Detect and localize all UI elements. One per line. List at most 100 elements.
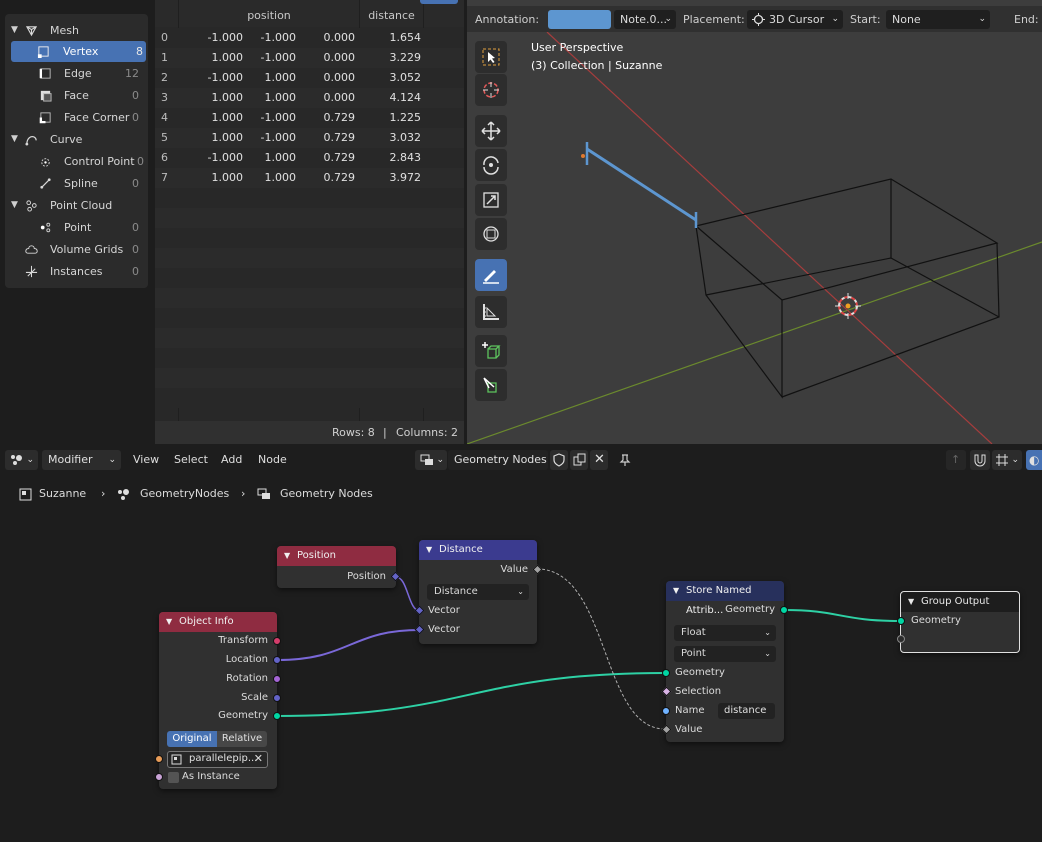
- chevron-down-icon[interactable]: ▼: [11, 20, 21, 41]
- node-store-named-attribute[interactable]: ▼ Store Named Attrib... Geometry Float ⌄ P…: [661, 581, 788, 742]
- annotation-color-swatch[interactable]: [548, 10, 611, 29]
- start-label: Start:: [850, 13, 881, 26]
- cell-position: 1.000: [264, 171, 297, 184]
- tree-item-label: Volume Grids: [50, 243, 124, 256]
- tree-item-label: Point: [64, 221, 92, 234]
- socket-label: Geometry: [911, 615, 961, 626]
- cell-distance: 3.052: [389, 71, 422, 84]
- chevron-down-icon[interactable]: ▼: [908, 592, 914, 612]
- chevron-down-icon[interactable]: ▼: [673, 581, 679, 601]
- cursor-tool[interactable]: [475, 74, 507, 106]
- cell-position: 0.729: [323, 151, 356, 164]
- cell-position: 1.000: [211, 51, 244, 64]
- node-editor[interactable]: ⌄ Modifier ⌄ View Select Add Node ⌄ Geom…: [0, 444, 1042, 842]
- cell-position: 0.000: [323, 31, 356, 44]
- table-row: [155, 228, 464, 248]
- node-group-output[interactable]: ▼ Group Output Geometry: [897, 591, 1020, 653]
- socket-rotation-output[interactable]: [273, 675, 281, 683]
- domain-dropdown[interactable]: Point ⌄: [674, 646, 776, 662]
- select-box-tool[interactable]: [475, 41, 507, 73]
- start-dropdown[interactable]: None ⌄: [886, 10, 990, 29]
- table-row: [155, 208, 464, 228]
- socket-geometry-output[interactable]: [780, 606, 788, 614]
- socket-location-output[interactable]: [273, 656, 281, 664]
- chevron-down-icon[interactable]: ▼: [11, 129, 21, 150]
- tree-item-face[interactable]: Face 0: [5, 85, 148, 106]
- placement-dropdown[interactable]: 3D Cursor ⌄: [747, 10, 843, 29]
- column-header-distance[interactable]: distance: [360, 7, 423, 25]
- rotate-icon: [483, 156, 499, 175]
- row-index: 0: [161, 31, 168, 44]
- socket-name-input[interactable]: [662, 707, 670, 715]
- node-header[interactable]: ▼ Position: [277, 546, 396, 566]
- socket-geometry-input[interactable]: [662, 669, 670, 677]
- attribute-name-field[interactable]: distance: [718, 703, 775, 719]
- socket-transform-output[interactable]: [273, 637, 281, 645]
- node-header[interactable]: ▼ Group Output: [901, 592, 1019, 612]
- cell-distance: 3.972: [389, 171, 422, 184]
- node-header[interactable]: ▼ Distance: [419, 540, 537, 560]
- table-row: 5 1.000 -1.000 0.729 3.032: [155, 128, 464, 148]
- tree-item-mesh[interactable]: ▼ Mesh: [5, 20, 148, 41]
- tree-item-vertex[interactable]: Vertex 8: [11, 41, 146, 62]
- cell-distance: 3.229: [389, 51, 422, 64]
- select-box-icon: [482, 48, 500, 66]
- node-header[interactable]: ▼ Object Info: [159, 612, 277, 632]
- tree-item-volume-grids[interactable]: Volume Grids 0: [5, 239, 148, 260]
- node-header[interactable]: ▼ Store Named Attrib...: [666, 581, 784, 616]
- distance-mode-dropdown[interactable]: Distance ⌄: [427, 584, 529, 600]
- mode-original-button[interactable]: Original: [167, 731, 217, 747]
- clear-icon[interactable]: ✕: [254, 752, 263, 765]
- table-row: [155, 288, 464, 308]
- cell-position: 1.000: [211, 171, 244, 184]
- tree-item-curve[interactable]: ▼ Curve: [5, 129, 148, 150]
- chevron-down-icon[interactable]: ▼: [284, 546, 290, 566]
- table-row: 3 1.000 1.000 0.000 4.124: [155, 88, 464, 108]
- tree-item-point-cloud[interactable]: ▼ Point Cloud: [5, 195, 148, 216]
- tree-item-control-point[interactable]: Control Point 0: [5, 151, 148, 172]
- table-row: [155, 328, 464, 348]
- column-header-position[interactable]: position: [179, 7, 359, 25]
- object-picker-field[interactable]: parallelepip... ✕: [167, 751, 268, 768]
- node-distance[interactable]: ▼ Distance Value Distance ⌄ Vector Vector: [414, 540, 543, 644]
- as-instance-checkbox[interactable]: [168, 772, 179, 783]
- socket-empty-input[interactable]: [897, 635, 905, 643]
- node-object-info[interactable]: ▼ Object Info Transform Location Rotation…: [155, 612, 281, 789]
- volume-icon: [25, 245, 38, 254]
- chevron-down-icon[interactable]: ▼: [426, 540, 432, 560]
- tree-item-instances[interactable]: Instances 0: [5, 261, 148, 282]
- table-row: [155, 368, 464, 388]
- node-position[interactable]: ▼ Position Position: [277, 546, 401, 588]
- move-tool[interactable]: [475, 115, 507, 147]
- tree-item-point[interactable]: Point 0: [5, 217, 148, 238]
- data-type-dropdown[interactable]: Float ⌄: [674, 625, 776, 641]
- chevron-down-icon[interactable]: ▼: [11, 195, 21, 216]
- tree-item-label: Control Point: [64, 155, 135, 168]
- socket-as-instance-input[interactable]: [155, 773, 163, 781]
- viewport-scene[interactable]: [467, 32, 1042, 444]
- tree-item-count: 12: [125, 67, 139, 80]
- scale-tool[interactable]: [475, 184, 507, 216]
- tree-item-count: 0: [132, 221, 139, 234]
- socket-label: As Instance: [182, 771, 240, 782]
- 3d-viewport[interactable]: Annotation: Note.0... ⌄ Placement: 3D Cu…: [467, 0, 1042, 444]
- socket-object-input[interactable]: [155, 755, 163, 763]
- rotate-tool[interactable]: [475, 149, 507, 181]
- tree-item-spline[interactable]: Spline 0: [5, 173, 148, 194]
- tree-item-edge[interactable]: Edge 12: [5, 63, 148, 84]
- table-row: 6 -1.000 1.000 0.729 2.843: [155, 148, 464, 168]
- annotate-tool[interactable]: [475, 259, 507, 291]
- tree-item-face-corner[interactable]: Face Corner 0: [5, 107, 148, 128]
- cell-position: 1.000: [211, 131, 244, 144]
- socket-geometry-input[interactable]: [897, 617, 905, 625]
- annotation-note-dropdown[interactable]: Note.0... ⌄: [614, 10, 676, 29]
- mode-relative-button[interactable]: Relative: [217, 731, 267, 747]
- chevron-down-icon[interactable]: ▼: [166, 612, 172, 632]
- add-cube-tool[interactable]: [475, 335, 507, 367]
- socket-geometry-output[interactable]: [273, 712, 281, 720]
- transform-tool[interactable]: [475, 218, 507, 250]
- table-row: [155, 248, 464, 268]
- measure-tool[interactable]: [475, 296, 507, 328]
- knife-tool[interactable]: [475, 369, 507, 401]
- socket-scale-output[interactable]: [273, 694, 281, 702]
